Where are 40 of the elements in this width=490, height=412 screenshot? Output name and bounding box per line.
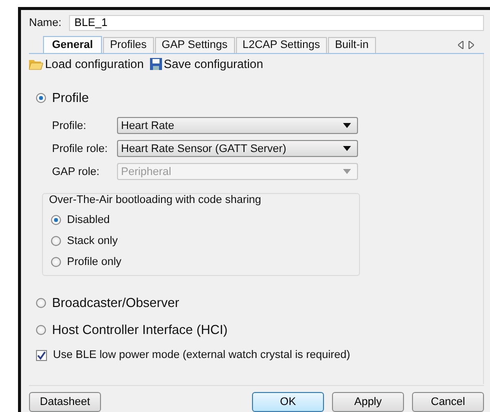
- dropdown[interactable]: Heart Rate: [117, 117, 358, 134]
- field-label: Profile role:: [52, 142, 109, 154]
- radio-button[interactable]: [36, 92, 46, 102]
- dropdown[interactable]: Heart Rate Sensor (GATT Server): [117, 140, 358, 157]
- checkmark-icon: [37, 350, 46, 360]
- radio-label: Disabled: [67, 214, 110, 226]
- dialog-button[interactable]: OK: [252, 392, 324, 412]
- field-label: Profile:: [52, 120, 88, 132]
- radio-button[interactable]: [36, 298, 46, 308]
- tab[interactable]: GAP Settings: [154, 37, 234, 53]
- checkbox-label: Use BLE low power mode (external watch crystal is required): [53, 349, 350, 361]
- name-label: Name:: [29, 17, 62, 29]
- save-button[interactable]: Save configuration: [150, 57, 264, 71]
- tab[interactable]: L2CAP Settings: [236, 37, 327, 53]
- radio-label: Stack only: [67, 234, 118, 246]
- name-field[interactable]: BLE_1: [69, 15, 484, 31]
- tab[interactable]: General: [43, 36, 102, 53]
- radio-button[interactable]: [36, 324, 46, 334]
- radio-label: Profile: [52, 90, 89, 105]
- radio-button[interactable]: [51, 256, 61, 266]
- tab[interactable]: Profiles: [102, 37, 154, 53]
- folder-icon: [29, 58, 43, 70]
- dialog-button[interactable]: Cancel: [412, 392, 484, 412]
- scroll-left-icon: [458, 41, 464, 49]
- dropdown-arrow-icon: [343, 169, 351, 174]
- radio-label: Broadcaster/Observer: [52, 295, 180, 310]
- dialog-button[interactable]: Datasheet: [29, 392, 101, 412]
- dropdown-arrow-icon: [343, 146, 351, 151]
- tab[interactable]: Built-in: [328, 37, 376, 53]
- radio-button[interactable]: [51, 236, 61, 246]
- radio-button[interactable]: [51, 214, 61, 224]
- dropdown-arrow-icon: [343, 123, 351, 128]
- load-button[interactable]: Load configuration: [29, 57, 144, 71]
- scroll-right-icon: [468, 41, 474, 49]
- radio-label: Profile only: [67, 256, 122, 268]
- dialog-button[interactable]: Apply: [332, 392, 404, 412]
- radio-label: Host Controller Interface (HCI): [52, 322, 228, 337]
- field-label: GAP role:: [52, 166, 100, 178]
- group-title: Over-The-Air bootloading with code sharing: [47, 194, 264, 206]
- checkbox[interactable]: [36, 350, 47, 360]
